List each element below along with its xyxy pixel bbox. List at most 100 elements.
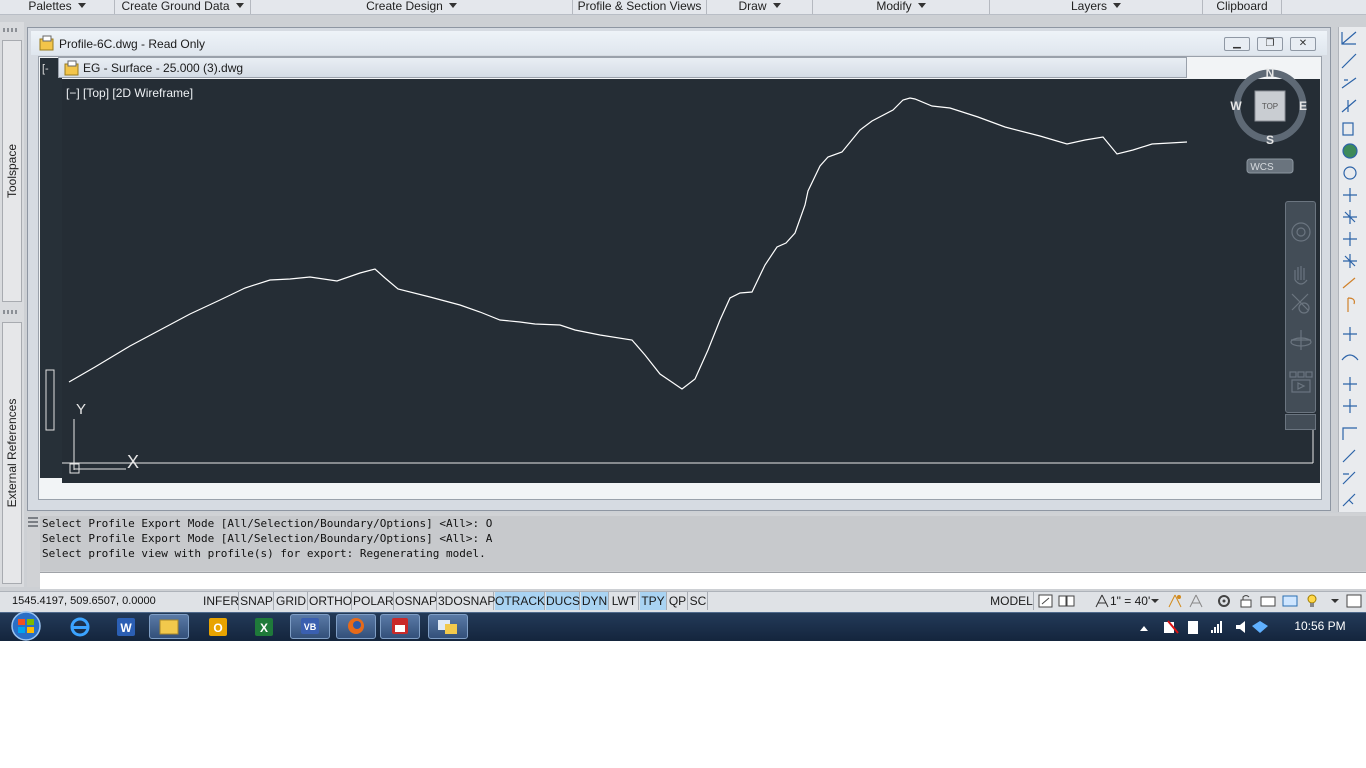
ribbon-panel-modify[interactable]: Modify (813, 0, 990, 14)
chat-button[interactable] (428, 614, 468, 639)
viewport-graphics: Y X TOP N S E W WCS (45, 66, 1314, 474)
file-explorer-icon (159, 619, 179, 635)
showmotion-icon (1289, 371, 1297, 378)
command-history-line: Select profile view with profile(s) for … (42, 547, 486, 560)
coordinate-readout[interactable]: 1545.4197, 509.6507, 0.0000 (12, 595, 156, 607)
lock-icon[interactable] (1237, 593, 1255, 609)
toggle-tpy[interactable]: TPY (640, 592, 667, 610)
ribbon-panel-label: Profile & Section Views (577, 0, 702, 13)
draw-tool-icon (1341, 31, 1357, 45)
line-tool-icon (1341, 53, 1357, 69)
workspace-switching-gear-icon[interactable] (1215, 593, 1233, 609)
firefox-button[interactable] (336, 614, 376, 639)
firefox-icon (348, 618, 364, 634)
command-input[interactable] (40, 572, 1366, 589)
visio-button[interactable]: VB (290, 614, 330, 639)
start-orb-icon[interactable] (6, 611, 46, 642)
viewcube-north: N (1266, 66, 1275, 80)
taskbar-clock[interactable]: 10:56 PM (1284, 612, 1356, 641)
viewcube-south: S (1266, 133, 1274, 147)
toggle-snap[interactable]: SNAP (240, 592, 274, 610)
ucs-y-label: Y (76, 401, 86, 418)
offset-icon (1343, 377, 1357, 391)
ribbon-panel-label: Draw (738, 0, 767, 13)
chevron-down-icon (772, 3, 781, 8)
file-explorer-button[interactable] (149, 614, 189, 639)
pan-icon (1294, 266, 1308, 285)
chevron-down-icon (235, 3, 244, 8)
move-icon (1343, 188, 1357, 202)
ribbon-panel-label: Modify (876, 0, 912, 13)
ribbon-panel-label: Create Ground Data (121, 0, 230, 13)
chevron-down-icon (917, 3, 926, 8)
svg-text:O: O (213, 621, 222, 635)
polyline-tool-icon (1341, 77, 1357, 89)
ribbon-panel-label: Layers (1070, 0, 1108, 13)
chat-icon (438, 620, 457, 634)
background-viewport-edge (45, 369, 55, 431)
word-icon[interactable]: W (106, 614, 146, 639)
grid-move-icon (1343, 327, 1357, 341)
hardware-acceleration-icon[interactable] (1259, 593, 1277, 609)
navigation-bar (1285, 201, 1316, 413)
excel-icon[interactable]: X (244, 614, 284, 639)
zoom-icon (1298, 302, 1310, 314)
ribbon-panel-label: Create Design (366, 0, 443, 13)
clean-screen-icon[interactable] (1345, 593, 1363, 609)
ribbon-panel-profile-section-views[interactable]: Profile & Section Views (573, 0, 707, 14)
toggle-dyn[interactable]: DYN (581, 592, 609, 610)
svg-text:W: W (120, 621, 132, 635)
isolate-lightbulb-icon[interactable] (1303, 593, 1321, 609)
visio-icon: VB (301, 618, 319, 634)
ribbon-panel-label: Palettes (28, 0, 72, 13)
earth-icon (1343, 166, 1357, 180)
toggle-3dosnap[interactable]: 3DOSNAP (438, 592, 495, 610)
system-tray (1140, 620, 1268, 634)
isolate-objects-icon[interactable] (1281, 593, 1299, 609)
toggle-otrack[interactable]: OTRACK (495, 592, 545, 610)
copy-icon (1343, 399, 1357, 413)
aligned-dimension-icon (1342, 449, 1356, 463)
toggle-infer[interactable]: INFER (203, 592, 239, 610)
snap-tool-icon (1343, 210, 1357, 224)
ribbon-panel-draw[interactable]: Draw (707, 0, 813, 14)
navigation-bar-options[interactable] (1285, 414, 1316, 430)
model-space-button[interactable]: MODEL (990, 592, 1034, 610)
document-tool-icon (1342, 122, 1354, 136)
toggle-polar[interactable]: POLAR (353, 592, 394, 610)
command-history-line: Select Profile Export Mode [All/Selectio… (42, 532, 493, 545)
toggle-ducs[interactable]: DUCS (546, 592, 580, 610)
ribbon-panel-palettes[interactable]: Palettes (0, 0, 115, 14)
annotation-scale-value[interactable]: 1" = 40' (1110, 592, 1150, 610)
chevron-down-icon (1113, 3, 1122, 8)
internet-explorer-icon[interactable] (60, 614, 100, 639)
status-menu-dropdown-icon[interactable] (1330, 593, 1340, 609)
rotate-icon (1343, 254, 1357, 268)
profile-line (68, 97, 1188, 390)
annotation-scale-dropdown-icon[interactable] (1150, 593, 1160, 609)
annotation-visibility-icon[interactable] (1166, 593, 1184, 609)
orbit-icon (1291, 330, 1311, 350)
show-hidden-icons-icon (1140, 626, 1148, 631)
quick-view-layouts-icon[interactable] (1037, 593, 1055, 609)
profile-tool-icon (1341, 99, 1357, 113)
ucs-icon (69, 419, 126, 474)
curve-icon (1341, 354, 1359, 361)
ribbon-panel-create-ground-data[interactable]: Create Ground Data (115, 0, 251, 14)
toggle-osnap[interactable]: OSNAP (395, 592, 437, 610)
outlook-icon[interactable]: O (198, 614, 238, 639)
toggle-ortho[interactable]: ORTHO (309, 592, 352, 610)
ribbon-panel-create-design[interactable]: Create Design (251, 0, 573, 14)
toggle-lwt[interactable]: LWT (610, 592, 639, 610)
auto-scale-icon[interactable] (1187, 593, 1205, 609)
toggle-sc[interactable]: SC (689, 592, 708, 610)
civil3d-button[interactable] (380, 614, 420, 639)
ribbon-panel-clipboard[interactable]: Clipboard (1203, 0, 1282, 14)
command-window-grip[interactable] (28, 517, 38, 527)
transform-icon (1343, 232, 1357, 246)
ribbon-panel-layers[interactable]: Layers (990, 0, 1203, 14)
toggle-qp[interactable]: QP (668, 592, 688, 610)
chevron-down-icon (77, 3, 86, 8)
toggle-grid[interactable]: GRID (275, 592, 308, 610)
quick-view-drawings-icon[interactable] (1058, 593, 1076, 609)
